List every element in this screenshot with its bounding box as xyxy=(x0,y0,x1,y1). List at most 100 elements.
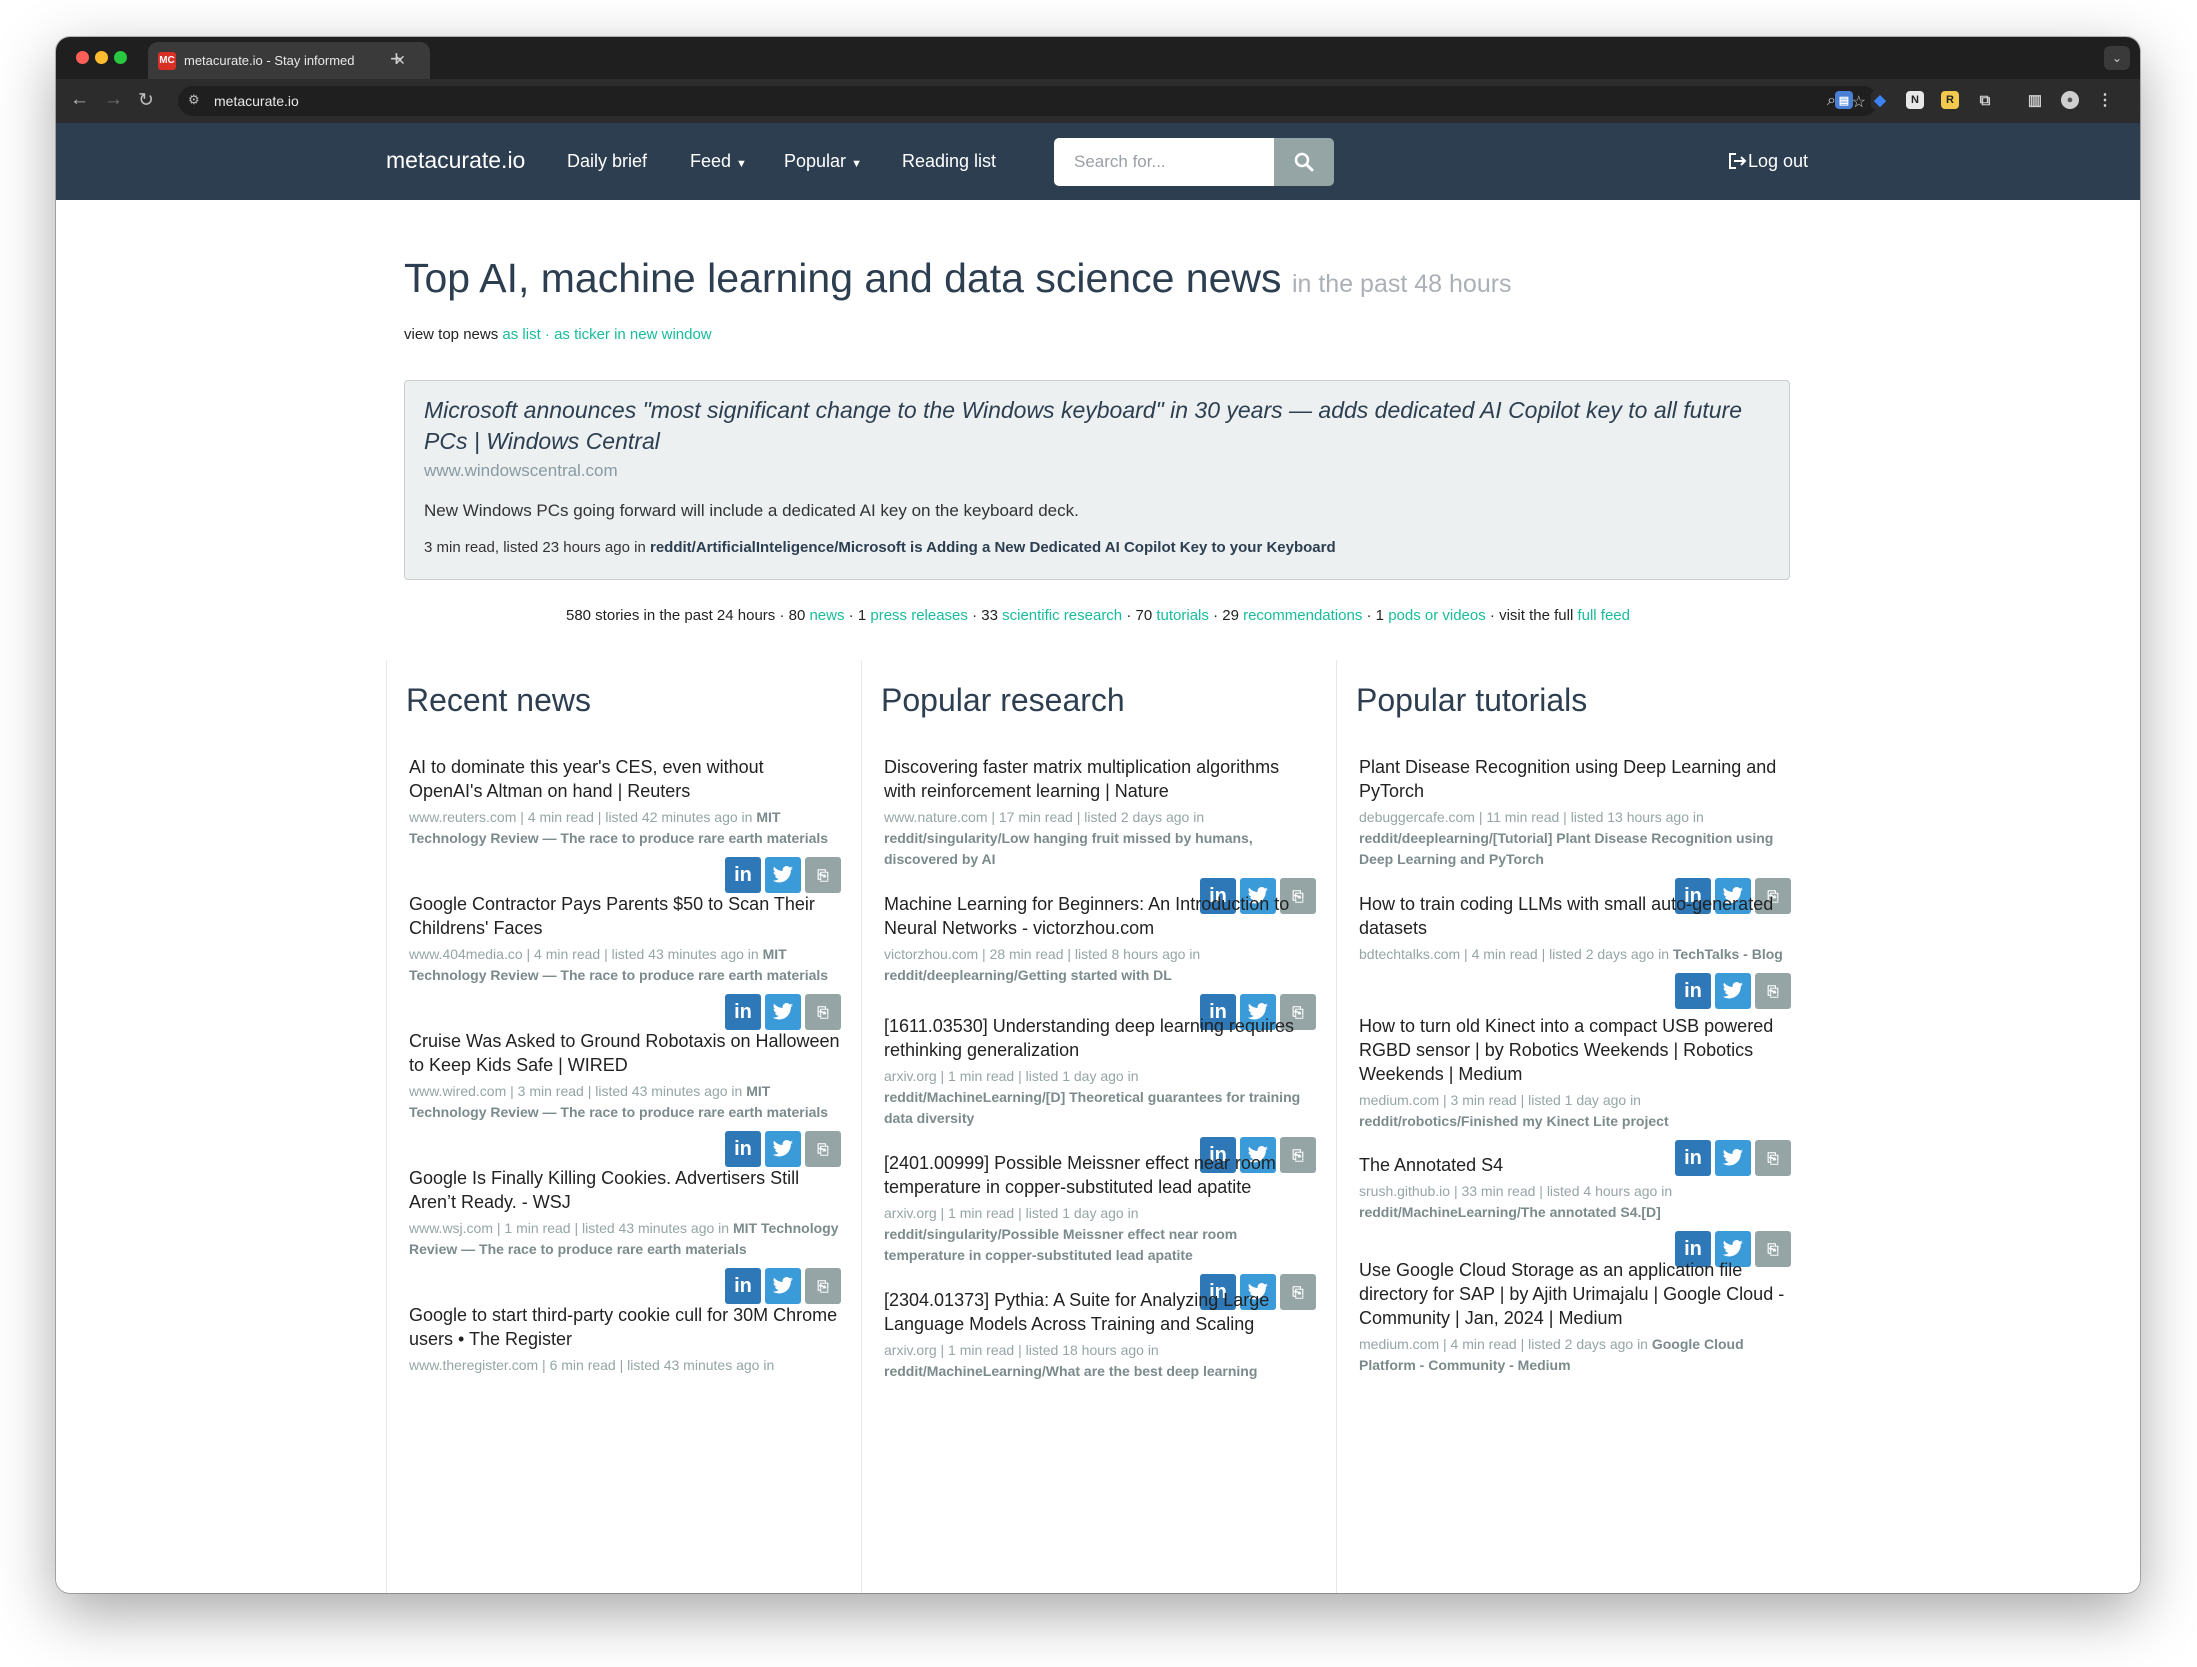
stats-tutorials-link[interactable]: tutorials xyxy=(1156,607,1209,624)
bookmark-star-icon[interactable]: ☆ xyxy=(1852,92,1866,112)
nav-reading-list[interactable]: Reading list xyxy=(902,151,996,172)
article-source-link[interactable]: reddit/singularity/Possible Meissner eff… xyxy=(884,1226,1237,1263)
extension-doc-icon[interactable]: ▤ xyxy=(1835,91,1853,109)
twitter-share-button[interactable] xyxy=(1715,973,1751,1009)
article-title[interactable]: AI to dominate this year's CES, even wit… xyxy=(409,755,841,803)
stats-stories: 580 stories in the past 24 hours · 80 xyxy=(565,607,806,624)
bookmark-icon: ⎘ xyxy=(1767,1240,1779,1257)
article-source-link[interactable]: reddit/deeplearning/Getting started with… xyxy=(884,967,1172,983)
share-buttons: in ⎘ xyxy=(409,857,841,893)
article-source-link[interactable]: reddit/deeplearning/[Tutorial] Plant Dis… xyxy=(1359,830,1773,867)
extension-r-icon[interactable]: R xyxy=(1941,91,1959,109)
article-title[interactable]: [2401.00999] Possible Meissner effect ne… xyxy=(884,1151,1316,1199)
maximize-window-button[interactable] xyxy=(114,51,127,64)
view-separator: · xyxy=(544,326,550,343)
brand-link[interactable]: metacurate.io xyxy=(386,147,525,174)
article-title[interactable]: Google Is Finally Killing Cookies. Adver… xyxy=(409,1166,841,1214)
search-input[interactable] xyxy=(1054,138,1274,186)
new-tab-button[interactable]: + xyxy=(390,46,403,72)
profile-avatar[interactable]: ● xyxy=(2061,91,2079,109)
bookmark-button[interactable]: ⎘ xyxy=(805,1268,841,1304)
twitter-share-button[interactable] xyxy=(765,857,801,893)
article-meta-text: medium.com | 3 min read | listed 1 day a… xyxy=(1359,1092,1641,1108)
article-title[interactable]: Google Contractor Pays Parents $50 to Sc… xyxy=(409,892,841,940)
as-list-link[interactable]: as list xyxy=(502,326,540,343)
article-title[interactable]: How to train coding LLMs with small auto… xyxy=(1359,892,1791,940)
article-title[interactable]: Cruise Was Asked to Ground Robotaxis on … xyxy=(409,1029,841,1077)
site-info-icon[interactable]: ⚙ xyxy=(188,92,200,108)
active-tab[interactable]: MC metacurate.io - Stay informed ✕ xyxy=(148,42,430,79)
reload-icon[interactable]: ↻ xyxy=(138,89,154,112)
article-meta-text: www.wired.com | 3 min read | listed 43 m… xyxy=(409,1083,743,1099)
featured-story[interactable]: Microsoft announces "most significant ch… xyxy=(404,380,1790,580)
popular-research-column: Popular research Discovering faster matr… xyxy=(861,660,1336,1593)
article-title[interactable]: Machine Learning for Beginners: An Intro… xyxy=(884,892,1316,940)
side-panel-icon[interactable]: ▥ xyxy=(2026,91,2044,109)
article-source-link[interactable]: reddit/MachineLearning/The annotated S4.… xyxy=(1359,1204,1661,1220)
extensions-puzzle-icon[interactable]: ⧉ xyxy=(1976,91,1994,109)
close-window-button[interactable] xyxy=(76,51,89,64)
linkedin-icon: in xyxy=(734,863,752,886)
search-button[interactable] xyxy=(1274,138,1334,186)
twitter-share-button[interactable] xyxy=(765,994,801,1030)
forward-icon[interactable]: → xyxy=(104,89,123,111)
page-title-main: Top AI, machine learning and data scienc… xyxy=(404,255,1282,301)
twitter-share-button[interactable] xyxy=(765,1131,801,1167)
featured-title[interactable]: Microsoft announces "most significant ch… xyxy=(424,395,1770,457)
nav-popular-dropdown[interactable]: Popular ▼ xyxy=(784,151,862,172)
as-ticker-link[interactable]: as ticker in new window xyxy=(554,326,712,343)
minimize-window-button[interactable] xyxy=(95,51,108,64)
page-title: Top AI, machine learning and data scienc… xyxy=(404,255,1512,302)
stats-full-feed-link[interactable]: full feed xyxy=(1577,607,1630,624)
article-meta-text: arxiv.org | 1 min read | listed 1 day ag… xyxy=(884,1205,1139,1221)
article-card: How to turn old Kinect into a compact US… xyxy=(1359,1014,1791,1176)
bookmark-button[interactable]: ⎘ xyxy=(805,1131,841,1167)
article-title[interactable]: Google to start third-party cookie cull … xyxy=(409,1303,841,1351)
linkedin-share-button[interactable]: in xyxy=(725,1131,761,1167)
article-card: Discovering faster matrix multiplication… xyxy=(884,755,1316,914)
linkedin-share-button[interactable]: in xyxy=(725,857,761,893)
article-title[interactable]: How to turn old Kinect into a compact US… xyxy=(1359,1014,1791,1086)
stats-news-link[interactable]: news xyxy=(809,607,844,624)
bookmark-button[interactable]: ⎘ xyxy=(805,857,841,893)
bookmark-button[interactable]: ⎘ xyxy=(1755,973,1791,1009)
article-title[interactable]: Discovering faster matrix multiplication… xyxy=(884,755,1316,803)
nav-feed-dropdown[interactable]: Feed ▼ xyxy=(690,151,747,172)
article-source-link[interactable]: reddit/MachineLearning/What are the best… xyxy=(884,1363,1257,1379)
bookmark-icon: ⎘ xyxy=(817,1140,829,1157)
featured-domain: www.windowscentral.com xyxy=(424,461,618,480)
back-icon[interactable]: ← xyxy=(70,89,89,111)
linkedin-icon: in xyxy=(734,1137,752,1160)
stats-pods-link[interactable]: pods or videos xyxy=(1388,607,1486,624)
article-source-link[interactable]: TechTalks - Blog xyxy=(1673,946,1783,962)
article-source-link[interactable]: reddit/robotics/Finished my Kinect Lite … xyxy=(1359,1113,1669,1129)
article-title[interactable]: Plant Disease Recognition using Deep Lea… xyxy=(1359,755,1791,803)
article-title[interactable]: Use Google Cloud Storage as an applicati… xyxy=(1359,1258,1791,1330)
article-card: AI to dominate this year's CES, even wit… xyxy=(409,755,841,893)
tab-search-button[interactable]: ⌄ xyxy=(2104,46,2130,70)
linkedin-share-button[interactable]: in xyxy=(1675,973,1711,1009)
stats-recommendations-link[interactable]: recommendations xyxy=(1243,607,1362,624)
article-title[interactable]: [1611.03530] Understanding deep learning… xyxy=(884,1014,1316,1062)
extension-shield-icon[interactable]: ◆ xyxy=(1871,91,1889,109)
bookmark-button[interactable]: ⎘ xyxy=(805,994,841,1030)
linkedin-share-button[interactable]: in xyxy=(725,994,761,1030)
article-source-link[interactable]: reddit/singularity/Low hanging fruit mis… xyxy=(884,830,1253,867)
logout-link[interactable]: Log out xyxy=(1728,151,1808,172)
address-bar[interactable]: ⚙ metacurate.io ⌕ ☆ xyxy=(178,86,1878,116)
stats-research-link[interactable]: scientific research xyxy=(1002,607,1122,624)
article-title[interactable]: [2304.01373] Pythia: A Suite for Analyzi… xyxy=(884,1288,1316,1336)
article-meta-text: srush.github.io | 33 min read | listed 4… xyxy=(1359,1183,1673,1199)
bookmark-icon: ⎘ xyxy=(817,1003,829,1020)
nav-daily-brief[interactable]: Daily brief xyxy=(567,151,647,172)
extension-notion-icon[interactable]: N xyxy=(1906,91,1924,109)
stats-t3: · 70 xyxy=(1126,607,1153,624)
article-source-link[interactable]: reddit/MachineLearning/[D] Theoretical g… xyxy=(884,1089,1300,1126)
featured-source-link[interactable]: reddit/ArtificialInteligence/Microsoft i… xyxy=(650,539,1336,556)
stats-press-link[interactable]: press releases xyxy=(870,607,968,624)
browser-menu-icon[interactable]: ⋮ xyxy=(2096,91,2114,109)
linkedin-icon: in xyxy=(734,1274,752,1297)
linkedin-share-button[interactable]: in xyxy=(725,1268,761,1304)
twitter-share-button[interactable] xyxy=(765,1268,801,1304)
article-title[interactable]: The Annotated S4 xyxy=(1359,1153,1791,1177)
